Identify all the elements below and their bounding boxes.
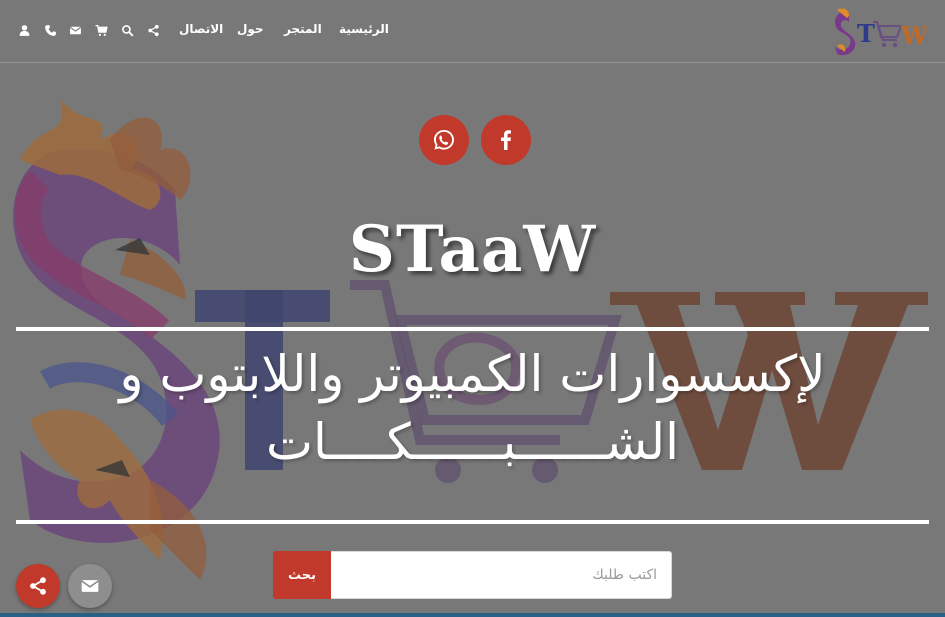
top-header: T W الرئيسية المتجر حول الاتصال	[0, 0, 945, 63]
tagline-line-1: لإكسسوارات الكمبيوتر واللابتوب و	[119, 345, 826, 403]
tagline-line-2: الشــــــبــــــكــــات	[265, 413, 680, 471]
facebook-icon	[501, 130, 511, 150]
nav-home[interactable]: الرئيسية	[339, 22, 389, 36]
hero-title: STaaW	[348, 212, 597, 287]
floating-mail-button[interactable]	[68, 564, 112, 608]
nav-store[interactable]: المتجر	[284, 22, 322, 36]
nav-about[interactable]: حول	[237, 22, 264, 36]
hero-tagline: لإكسسوارات الكمبيوتر واللابتوب و الشــــ…	[16, 340, 929, 476]
user-icon[interactable]	[16, 22, 32, 38]
search-input[interactable]	[330, 551, 672, 599]
svg-text:W: W	[900, 21, 929, 50]
whatsapp-icon	[434, 130, 454, 150]
mail-icon[interactable]	[67, 22, 83, 38]
mail-icon	[81, 580, 99, 592]
cart-icon[interactable]	[93, 22, 109, 38]
share-icon[interactable]	[145, 22, 161, 38]
divider-bottom	[16, 520, 929, 524]
share-icon	[30, 577, 46, 595]
bottom-accent-line	[0, 613, 945, 617]
search-icon[interactable]	[119, 22, 135, 38]
floating-share-button[interactable]	[16, 564, 60, 608]
svg-text:T: T	[857, 19, 875, 48]
nav-contact[interactable]: الاتصال	[179, 22, 223, 36]
whatsapp-button[interactable]	[419, 115, 469, 165]
divider-top	[16, 327, 929, 331]
background-dim-overlay	[0, 0, 945, 617]
background-logo-art	[13, 100, 928, 580]
search-button[interactable]: بحث	[273, 551, 331, 599]
facebook-button[interactable]	[481, 115, 531, 165]
phone-icon[interactable]	[42, 22, 58, 38]
brand-logo[interactable]: T W	[831, 6, 933, 56]
